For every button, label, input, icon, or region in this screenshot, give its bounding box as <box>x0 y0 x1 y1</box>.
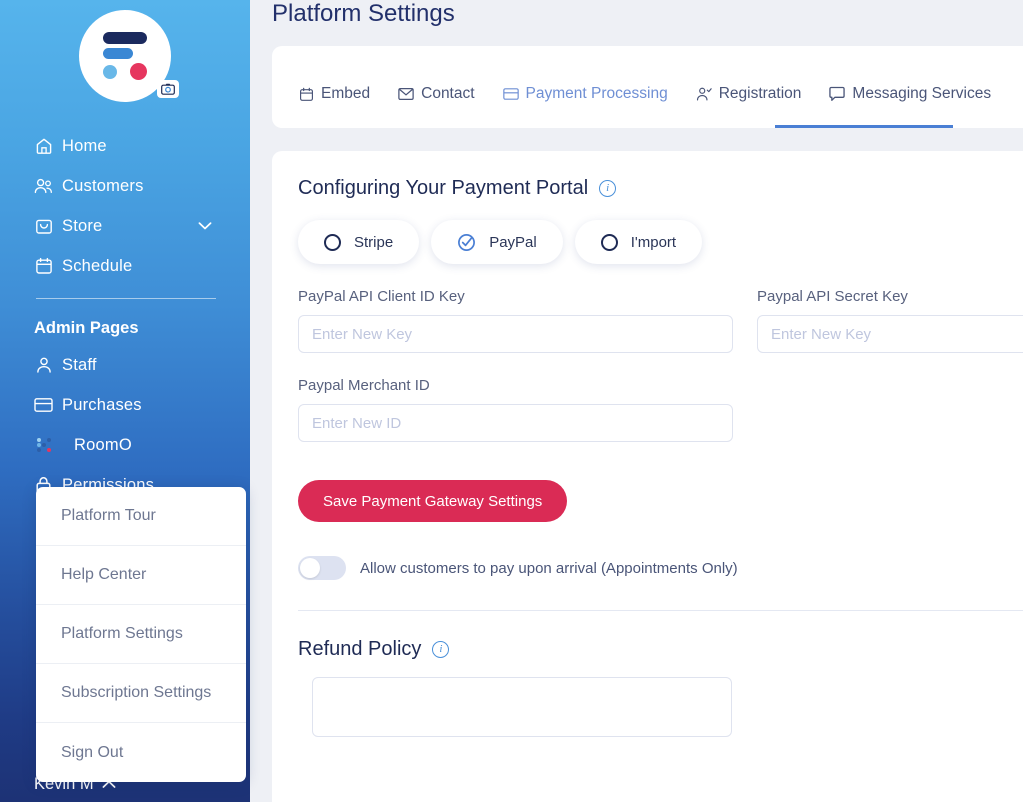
tab-embed[interactable]: Embed <box>298 46 370 128</box>
envelope-icon <box>398 86 414 102</box>
refund-policy-textarea[interactable] <box>312 677 732 737</box>
tab-bar: Embed Contact Payment Processing Registr… <box>272 46 1023 128</box>
logo-avatar[interactable] <box>79 10 179 102</box>
menu-item-label: Help Center <box>61 566 147 583</box>
sidebar-item-label: Home <box>62 136 107 155</box>
page-title: Platform Settings <box>272 0 455 27</box>
menu-item-label: Platform Settings <box>61 625 183 642</box>
info-icon[interactable]: i <box>432 641 450 658</box>
section-title: Configuring Your Payment Portal <box>298 177 589 199</box>
logo-bar-blue <box>103 48 133 59</box>
toggle-knob <box>300 558 320 578</box>
paypal-client-id-input[interactable] <box>298 315 733 353</box>
provider-option-import[interactable]: I'mport <box>574 220 703 264</box>
sidebar-item-staff[interactable]: Staff <box>0 345 250 385</box>
person-icon <box>34 356 53 375</box>
store-bag-icon <box>34 217 53 236</box>
chevron-down-icon[interactable] <box>198 217 212 236</box>
field-label: PayPal API Client ID Key <box>298 288 465 305</box>
refund-policy-title: Refund Policy <box>298 638 422 660</box>
menu-item-platform-tour[interactable]: Platform Tour <box>36 487 246 546</box>
calendar-icon <box>34 257 53 276</box>
main-content: Platform Settings Embed Contact Payment … <box>250 0 1023 802</box>
sidebar-item-purchases[interactable]: Purchases <box>0 385 250 425</box>
menu-item-subscription-settings[interactable]: Subscription Settings <box>36 664 246 723</box>
logo-dots <box>103 63 147 80</box>
sidebar-divider <box>36 298 216 299</box>
sidebar-item-customers[interactable]: Customers <box>0 166 250 206</box>
primary-nav: Home Customers Store Schedule Admin Page… <box>0 126 250 505</box>
sidebar-item-label: Purchases <box>62 395 142 414</box>
tab-label: Payment Processing <box>525 85 668 102</box>
home-icon <box>34 137 53 156</box>
field-paypal-secret-key: Paypal API Secret Key <box>757 288 1023 353</box>
menu-item-help-center[interactable]: Help Center <box>36 546 246 605</box>
save-payment-gateway-settings-button[interactable]: Save Payment Gateway Settings <box>298 480 568 522</box>
logo-dot-light <box>103 64 117 79</box>
menu-item-platform-settings[interactable]: Platform Settings <box>36 605 246 664</box>
sidebar-item-label: Customers <box>62 176 144 195</box>
provider-option-paypal[interactable]: PayPal <box>431 220 563 264</box>
field-paypal-merchant-id: Paypal Merchant ID <box>298 377 733 442</box>
users-icon <box>34 177 53 196</box>
tab-contact[interactable]: Contact <box>398 46 475 128</box>
sidebar-section-admin-pages: Admin Pages <box>34 318 139 337</box>
info-icon[interactable]: i <box>599 180 617 197</box>
tab-label: Messaging Services <box>852 85 992 102</box>
sidebar-item-store[interactable]: Store <box>0 206 250 246</box>
provider-label: Stripe <box>354 233 394 251</box>
sidebar-item-schedule[interactable]: Schedule <box>0 246 250 286</box>
provider-option-stripe[interactable]: Stripe <box>298 220 420 264</box>
tab-label: Contact <box>421 85 475 102</box>
tab-payment-processing[interactable]: Payment Processing <box>502 46 668 128</box>
card-icon <box>502 86 519 102</box>
paypal-secret-key-input[interactable] <box>757 315 1023 353</box>
sidebar-item-label: Staff <box>62 355 97 374</box>
menu-item-label: Sign Out <box>61 743 124 761</box>
sidebar-item-roomo[interactable]: RoomO <box>0 425 250 465</box>
sidebar-item-home[interactable]: Home <box>0 126 250 166</box>
roomo-dots-icon <box>34 436 53 455</box>
refund-policy-header: Refund Policy i <box>298 638 1023 661</box>
pay-on-arrival-label: Allow customers to pay upon arrival (App… <box>360 559 738 577</box>
payment-section-header: Configuring Your Payment Portal i <box>298 177 1023 200</box>
radio-selected-check-icon <box>457 233 476 252</box>
provider-label: PayPal <box>489 233 537 251</box>
menu-item-sign-out[interactable]: Sign Out <box>36 723 246 782</box>
field-label: Paypal API Secret Key <box>757 288 908 305</box>
sidebar-item-label: RoomO <box>74 435 132 454</box>
logo-bar-dark <box>103 32 147 44</box>
radio-unselected-icon <box>600 233 618 251</box>
tab-registration[interactable]: Registration <box>696 46 802 128</box>
field-label: Paypal Merchant ID <box>298 377 430 394</box>
menu-item-label: Subscription Settings <box>61 684 212 701</box>
section-divider <box>298 610 1023 611</box>
person-check-icon <box>696 86 712 102</box>
merchant-id-field-row: Paypal Merchant ID <box>298 377 1023 442</box>
sidebar-item-label: Schedule <box>62 256 133 275</box>
menu-item-label: Platform Tour <box>61 507 156 524</box>
card-icon <box>34 396 53 415</box>
pay-on-arrival-row: Allow customers to pay upon arrival (App… <box>298 556 1023 580</box>
field-paypal-client-id: PayPal API Client ID Key <box>298 288 733 353</box>
provider-label: I'mport <box>630 233 677 251</box>
payment-settings-panel: Configuring Your Payment Portal i Stripe… <box>272 151 1023 802</box>
tab-label: Registration <box>718 85 802 102</box>
tab-label: Embed <box>321 85 371 102</box>
camera-icon[interactable] <box>157 80 179 98</box>
api-key-fields: PayPal API Client ID Key Paypal API Secr… <box>298 288 1023 353</box>
radio-unselected-icon <box>324 233 341 251</box>
provider-selector: Stripe PayPal I'mport <box>298 220 1023 264</box>
pay-on-arrival-toggle[interactable] <box>298 556 346 580</box>
tab-messaging-services[interactable]: Messaging Services <box>829 46 991 128</box>
sidebar-item-label: Store <box>62 216 103 235</box>
calendar-icon <box>298 86 314 102</box>
chat-bubble-icon <box>829 86 846 102</box>
user-dropdown-menu: Platform Tour Help Center Platform Setti… <box>36 487 246 782</box>
paypal-merchant-id-input[interactable] <box>298 404 733 442</box>
logo-dot-red <box>130 63 147 80</box>
